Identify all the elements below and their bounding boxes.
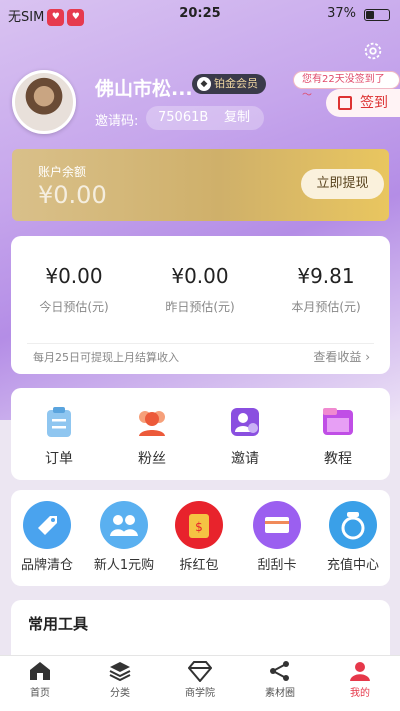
menu-invite[interactable]: 邀请 xyxy=(216,406,274,468)
menu-label: 粉丝 xyxy=(138,451,166,467)
tutorial-icon xyxy=(323,408,353,435)
share-icon xyxy=(270,661,289,681)
quick-menu: 订单 粉丝 邀请 教程 xyxy=(11,388,390,480)
menu-label: 订单 xyxy=(45,451,73,467)
invite-code-value: 75061B xyxy=(158,110,209,125)
menu-label: 刮刮卡 xyxy=(257,558,297,573)
tools-card: 常用工具 xyxy=(11,600,390,660)
vip-badge: ◆ 铂金会员 xyxy=(192,74,266,94)
user-name: 佛山市松... xyxy=(95,78,193,100)
order-icon xyxy=(47,407,71,437)
sign-in-label: 签到 xyxy=(360,95,388,111)
nav-academy[interactable]: 商学院 xyxy=(160,660,240,699)
battery-icon xyxy=(364,9,390,21)
nav-home[interactable]: 首页 xyxy=(0,660,80,699)
calendar-icon xyxy=(338,96,352,110)
balance-label: 账户余额 xyxy=(38,165,87,179)
menu-label: 新人1元购 xyxy=(93,558,155,573)
settlement-note: 每月25日可提现上月结算收入 xyxy=(33,351,179,364)
invite-code-label: 邀请码: xyxy=(95,114,139,129)
balance-amount: ¥0.00 xyxy=(38,181,107,209)
menu-brand-clearance[interactable]: 品牌清仓 xyxy=(17,500,77,573)
earning-label: 今日预估(元) xyxy=(39,300,109,314)
activity-menu: 品牌清仓 新人1元购 $ 拆红包 刮刮卡 充值中心 xyxy=(11,490,390,586)
invite-code-box: 75061B 复制 xyxy=(146,106,264,130)
menu-label: 教程 xyxy=(324,451,352,467)
balance-card: 账户余额 ¥0.00 立即提现 xyxy=(12,149,389,221)
earning-label: 本月预估(元) xyxy=(291,300,361,314)
gear-icon[interactable] xyxy=(362,40,384,62)
earning-month[interactable]: ¥9.81 本月预估(元) xyxy=(263,264,389,315)
menu-order[interactable]: 订单 xyxy=(30,406,88,468)
divider xyxy=(27,343,374,344)
tools-title: 常用工具 xyxy=(28,615,89,633)
view-earnings-link[interactable]: 查看收益 › xyxy=(313,348,370,365)
sign-reminder: 您有22天没签到了～ xyxy=(293,71,400,101)
earning-today[interactable]: ¥0.00 今日预估(元) xyxy=(11,264,137,315)
people-icon xyxy=(100,501,148,549)
menu-label: 邀请 xyxy=(231,451,259,467)
redpacket-icon: $ xyxy=(175,501,223,549)
diamond-icon: ◆ xyxy=(197,77,211,91)
menu-scratch-card[interactable]: 刮刮卡 xyxy=(247,500,307,573)
svg-text:$: $ xyxy=(195,520,203,534)
tag-icon xyxy=(23,501,71,549)
home-icon xyxy=(30,662,50,680)
menu-label: 拆红包 xyxy=(179,558,219,573)
menu-tutorial[interactable]: 教程 xyxy=(309,406,367,468)
earning-yesterday[interactable]: ¥0.00 昨日预估(元) xyxy=(137,264,263,315)
avatar[interactable] xyxy=(12,70,76,134)
earnings-card: ¥0.00 今日预估(元) ¥0.00 昨日预估(元) ¥9.81 本月预估(元… xyxy=(11,236,390,374)
bottom-nav: 首页 分类 商学院 素材圈 我的 xyxy=(0,655,400,711)
diamond-icon xyxy=(188,661,212,682)
menu-fans[interactable]: 粉丝 xyxy=(123,406,181,468)
battery-percent: 37% xyxy=(327,6,356,21)
nav-label: 商学院 xyxy=(185,688,215,699)
category-icon xyxy=(109,662,131,682)
earning-label: 昨日预估(元) xyxy=(165,300,235,314)
sign-in-button[interactable]: 签到 xyxy=(326,89,400,117)
menu-redpacket[interactable]: $ 拆红包 xyxy=(169,500,229,573)
menu-label: 充值中心 xyxy=(326,558,379,573)
nav-label: 首页 xyxy=(30,688,50,699)
nav-category[interactable]: 分类 xyxy=(80,660,160,699)
earning-value: ¥0.00 xyxy=(45,264,103,288)
nav-label: 我的 xyxy=(350,688,370,699)
recharge-icon xyxy=(329,501,377,549)
nav-label: 分类 xyxy=(110,688,130,699)
status-bar: 无SIM ♥ ♥ 20:25 37% xyxy=(0,0,400,28)
fans-icon xyxy=(139,411,165,436)
copy-button[interactable]: 复制 xyxy=(224,106,250,130)
menu-label: 品牌清仓 xyxy=(20,558,73,573)
earning-value: ¥0.00 xyxy=(171,264,229,288)
profile-icon xyxy=(350,662,370,681)
nav-mine[interactable]: 我的 xyxy=(320,660,400,699)
menu-newbie[interactable]: 新人1元购 xyxy=(91,500,157,573)
card-icon xyxy=(253,501,301,549)
earning-value: ¥9.81 xyxy=(297,264,355,288)
nav-materials[interactable]: 素材圈 xyxy=(240,660,320,699)
withdraw-button[interactable]: 立即提现 xyxy=(301,169,384,199)
invite-icon xyxy=(231,408,259,436)
nav-label: 素材圈 xyxy=(265,688,295,699)
menu-recharge[interactable]: 充值中心 xyxy=(321,500,385,573)
